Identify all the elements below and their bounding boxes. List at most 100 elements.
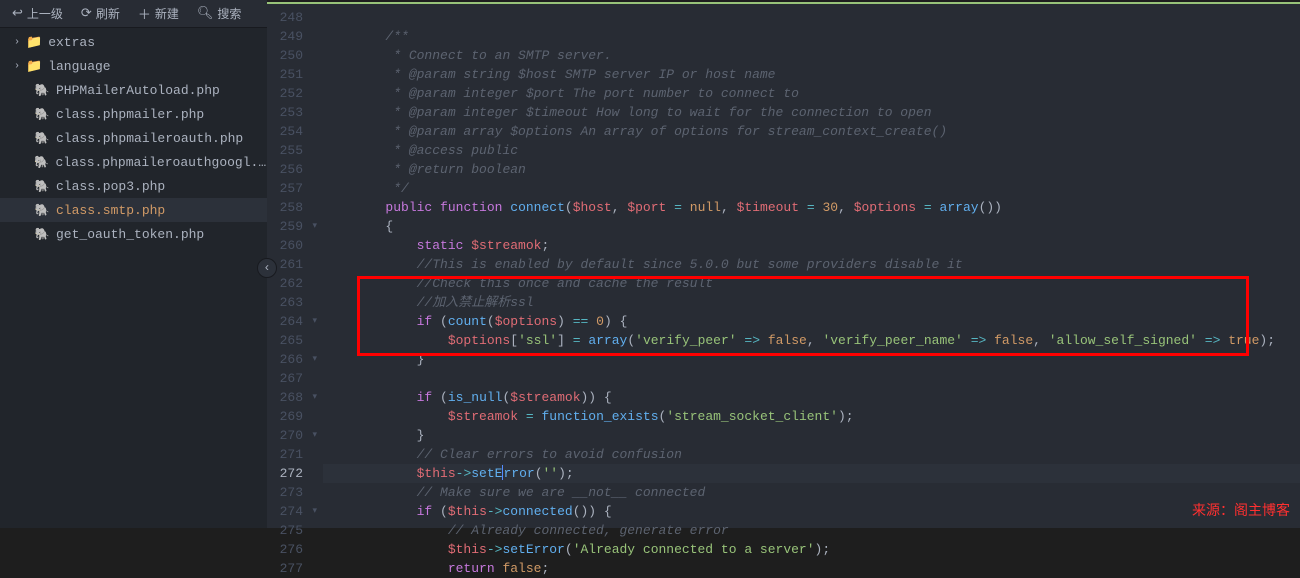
code-line[interactable]: } <box>323 426 1300 445</box>
file-label: class.smtp.php <box>56 203 165 218</box>
file-label: get_oauth_token.php <box>56 227 204 242</box>
code-line[interactable]: //Check this once and cache the result <box>323 274 1300 293</box>
line-number: 275 <box>267 521 303 540</box>
line-number: 258 <box>267 198 303 217</box>
php-icon: 🐘 <box>34 83 50 98</box>
code-line[interactable]: * Connect to an SMTP server. <box>323 46 1300 65</box>
new-button[interactable]: ＋ 新建 <box>130 2 187 25</box>
line-number: 248 <box>267 8 303 27</box>
search-button[interactable]: 🔍︎ 搜索 <box>189 3 250 24</box>
file-item[interactable]: 🐘 class.phpmaileroauthgoogl... <box>0 150 267 174</box>
code-line[interactable]: /** <box>323 27 1300 46</box>
line-number: 276 <box>267 540 303 559</box>
code-area[interactable]: /** * Connect to an SMTP server. * @para… <box>323 4 1300 528</box>
code-line[interactable]: //加入禁止解析ssl <box>323 293 1300 312</box>
line-number: 255 <box>267 141 303 160</box>
explorer-toolbar: ↩ 上一级 ⟳ 刷新 ＋ 新建 🔍︎ 搜索 <box>0 0 267 28</box>
line-number: 269 <box>267 407 303 426</box>
code-line[interactable]: if (count($options) == 0) { <box>323 312 1300 331</box>
arrow-up-icon: ↩ <box>12 6 23 21</box>
line-number: 257 <box>267 179 303 198</box>
line-number: 260 <box>267 236 303 255</box>
file-item[interactable]: 🐘 class.phpmailer.php <box>0 102 267 126</box>
code-line[interactable]: if ($this->connected()) { <box>323 502 1300 521</box>
code-line[interactable]: } <box>323 350 1300 369</box>
code-line[interactable]: $this->setError('Already connected to a … <box>323 540 1300 559</box>
php-icon: 🐘 <box>34 179 50 194</box>
search-icon: 🔍︎ <box>197 6 214 21</box>
folder-language[interactable]: › 📁 language <box>0 54 267 78</box>
file-label: class.phpmailer.php <box>56 107 204 122</box>
file-label: PHPMailerAutoload.php <box>56 83 220 98</box>
file-explorer: ↩ 上一级 ⟳ 刷新 ＋ 新建 🔍︎ 搜索 › 📁 extras <box>0 0 267 528</box>
line-number: 270 <box>267 426 303 445</box>
code-line[interactable]: // Already connected, generate error <box>323 521 1300 540</box>
line-number: 252 <box>267 84 303 103</box>
file-item-selected[interactable]: 🐘 class.smtp.php <box>0 198 267 222</box>
line-number: 273 <box>267 483 303 502</box>
code-line[interactable]: $options['ssl'] = array('verify_peer' =>… <box>323 331 1300 350</box>
folder-icon: 📁 <box>26 59 42 74</box>
plus-icon: ＋ <box>138 4 151 23</box>
chevron-right-icon: › <box>14 37 26 48</box>
code-line[interactable]: $streamok = function_exists('stream_sock… <box>323 407 1300 426</box>
file-item[interactable]: 🐘 class.pop3.php <box>0 174 267 198</box>
line-number: 251 <box>267 65 303 84</box>
line-number: 274 <box>267 502 303 521</box>
code-line[interactable]: * @param integer $port The port number t… <box>323 84 1300 103</box>
line-number: 253 <box>267 103 303 122</box>
file-item[interactable]: 🐘 PHPMailerAutoload.php <box>0 78 267 102</box>
line-number: 256 <box>267 160 303 179</box>
code-line[interactable]: */ <box>323 179 1300 198</box>
code-line[interactable]: * @access public <box>323 141 1300 160</box>
code-line[interactable] <box>323 369 1300 388</box>
php-icon: 🐘 <box>34 203 50 218</box>
line-number: 268 <box>267 388 303 407</box>
php-icon: 🐘 <box>34 227 50 242</box>
file-label: class.phpmaileroauthgoogl... <box>56 155 268 170</box>
refresh-button[interactable]: ⟳ 刷新 <box>73 3 128 24</box>
folder-label: language <box>48 59 110 74</box>
panel-collapse-button[interactable]: ‹ <box>257 258 277 278</box>
line-number: 250 <box>267 46 303 65</box>
up-button[interactable]: ↩ 上一级 <box>4 3 71 24</box>
php-icon: 🐘 <box>34 131 50 146</box>
code-line[interactable]: if (is_null($streamok)) { <box>323 388 1300 407</box>
code-line[interactable]: public function connect($host, $port = n… <box>323 198 1300 217</box>
code-line[interactable]: { <box>323 217 1300 236</box>
code-line[interactable]: * @param array $options An array of opti… <box>323 122 1300 141</box>
php-icon: 🐘 <box>34 155 50 170</box>
line-number: 249 <box>267 27 303 46</box>
line-number: 272 <box>267 464 303 483</box>
code-line[interactable] <box>323 8 1300 27</box>
line-number: 265 <box>267 331 303 350</box>
code-line[interactable]: static $streamok; <box>323 236 1300 255</box>
code-line[interactable]: $this->setError(''); <box>323 464 1300 483</box>
folder-icon: 📁 <box>26 35 42 50</box>
file-label: class.pop3.php <box>56 179 165 194</box>
line-number: 263 <box>267 293 303 312</box>
file-item[interactable]: 🐘 class.phpmaileroauth.php <box>0 126 267 150</box>
folder-label: extras <box>48 35 95 50</box>
code-line[interactable]: return false; <box>323 559 1300 578</box>
chevron-left-icon: ‹ <box>263 261 270 275</box>
code-line[interactable]: // Make sure we are __not__ connected <box>323 483 1300 502</box>
code-line[interactable]: * @param integer $timeout How long to wa… <box>323 103 1300 122</box>
line-number: 271 <box>267 445 303 464</box>
new-label: 新建 <box>155 5 179 22</box>
code-line[interactable]: * @param string $host SMTP server IP or … <box>323 65 1300 84</box>
code-line[interactable]: //This is enabled by default since 5.0.0… <box>323 255 1300 274</box>
line-number: 264 <box>267 312 303 331</box>
file-item[interactable]: 🐘 get_oauth_token.php <box>0 222 267 246</box>
chevron-right-icon: › <box>14 61 26 72</box>
line-number: 267 <box>267 369 303 388</box>
up-label: 上一级 <box>27 5 63 22</box>
code-editor[interactable]: 2482492502512522532542552562572582592602… <box>267 2 1300 528</box>
line-number: 259 <box>267 217 303 236</box>
file-tree[interactable]: › 📁 extras › 📁 language 🐘 PHPMailerAutol… <box>0 28 267 528</box>
line-number: 277 <box>267 559 303 578</box>
code-line[interactable]: * @return boolean <box>323 160 1300 179</box>
folder-extras[interactable]: › 📁 extras <box>0 30 267 54</box>
code-line[interactable]: // Clear errors to avoid confusion <box>323 445 1300 464</box>
line-number: 262 <box>267 274 303 293</box>
